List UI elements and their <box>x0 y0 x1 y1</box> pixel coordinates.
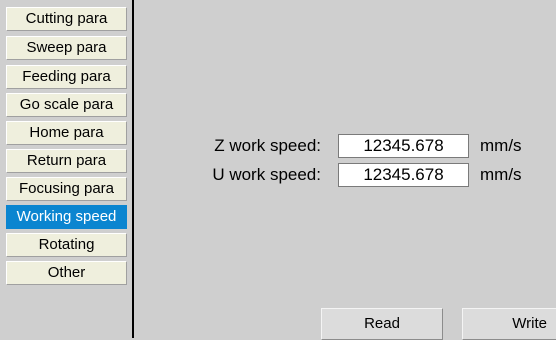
sidebar-item-home-para[interactable]: Home para <box>6 121 127 145</box>
z-work-speed-input[interactable] <box>338 134 469 158</box>
u-work-speed-unit: mm/s <box>480 165 522 184</box>
u-work-speed-label: U work speed: <box>212 165 321 184</box>
sidebar-item-rotating[interactable]: Rotating <box>6 233 127 257</box>
sidebar-item-working-speed[interactable]: Working speed <box>6 205 127 229</box>
main-panel: Z work speed: mm/s U work speed: mm/s Re… <box>134 0 556 340</box>
sidebar-item-feeding-para[interactable]: Feeding para <box>6 65 127 89</box>
z-work-speed-label: Z work speed: <box>214 136 321 155</box>
sidebar-item-other[interactable]: Other <box>6 261 127 285</box>
z-work-speed-unit: mm/s <box>480 136 522 155</box>
sidebar-item-sweep-para[interactable]: Sweep para <box>6 36 127 60</box>
sidebar-item-return-para[interactable]: Return para <box>6 149 127 173</box>
sidebar-item-go-scale-para[interactable]: Go scale para <box>6 93 127 117</box>
read-button[interactable]: Read <box>321 308 443 340</box>
write-button[interactable]: Write <box>462 308 556 340</box>
sidebar-item-cutting-para[interactable]: Cutting para <box>6 7 127 31</box>
sidebar-item-focusing-para[interactable]: Focusing para <box>6 177 127 201</box>
u-work-speed-input[interactable] <box>338 163 469 187</box>
sidebar-menu: Cutting para Sweep para Feeding para Go … <box>0 0 132 338</box>
